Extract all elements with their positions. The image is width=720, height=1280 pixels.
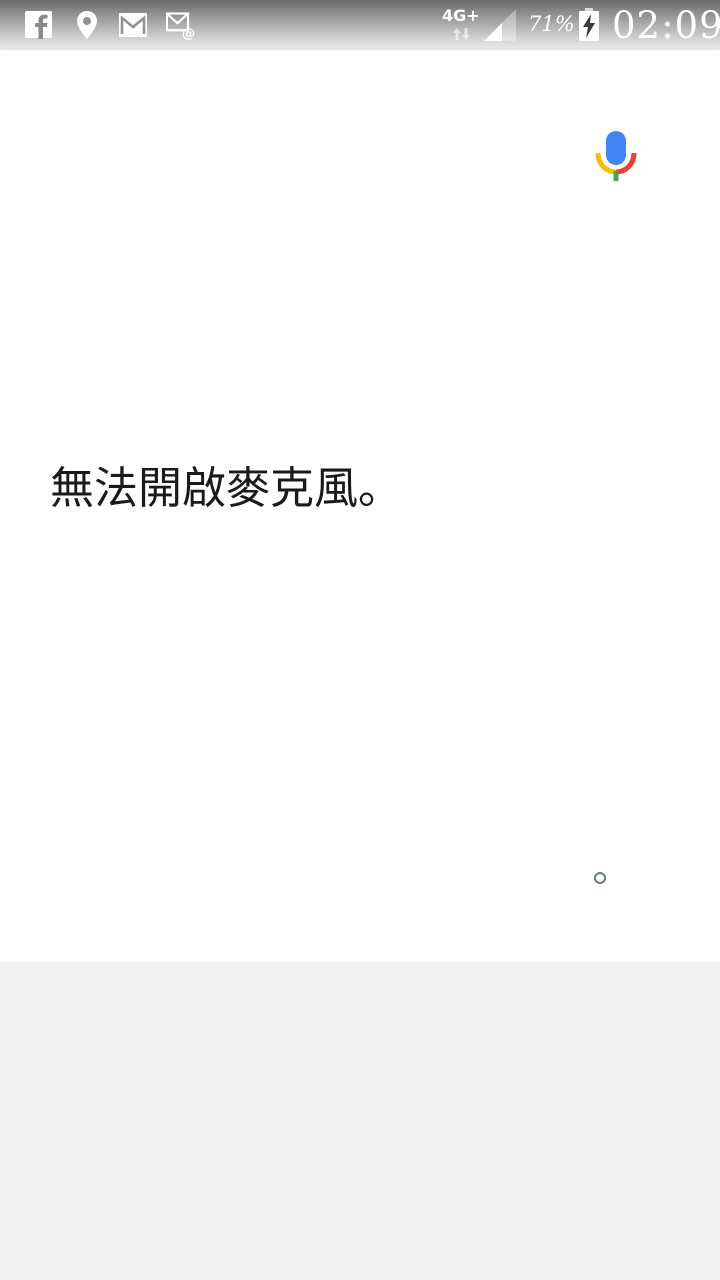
gmail-icon: [119, 13, 147, 37]
data-activity-icon: [453, 28, 470, 40]
status-time: 02:09: [612, 4, 720, 47]
listening-indicator: [594, 872, 606, 884]
battery-charging-icon: [579, 8, 599, 41]
background-area[interactable]: [0, 962, 720, 1280]
email-icon: @: [166, 12, 195, 40]
status-bar: @ 4G+ 71% 02:09: [0, 0, 720, 50]
error-message: 無法開啟麥克風。: [50, 463, 402, 514]
battery-percent: 71%: [528, 12, 575, 36]
svg-text:@: @: [182, 26, 195, 40]
mic-icon[interactable]: [594, 128, 638, 184]
location-icon: [77, 11, 97, 39]
network-type-label: 4G+: [442, 6, 480, 25]
signal-strength-icon: [484, 9, 516, 41]
facebook-icon: [25, 11, 52, 40]
